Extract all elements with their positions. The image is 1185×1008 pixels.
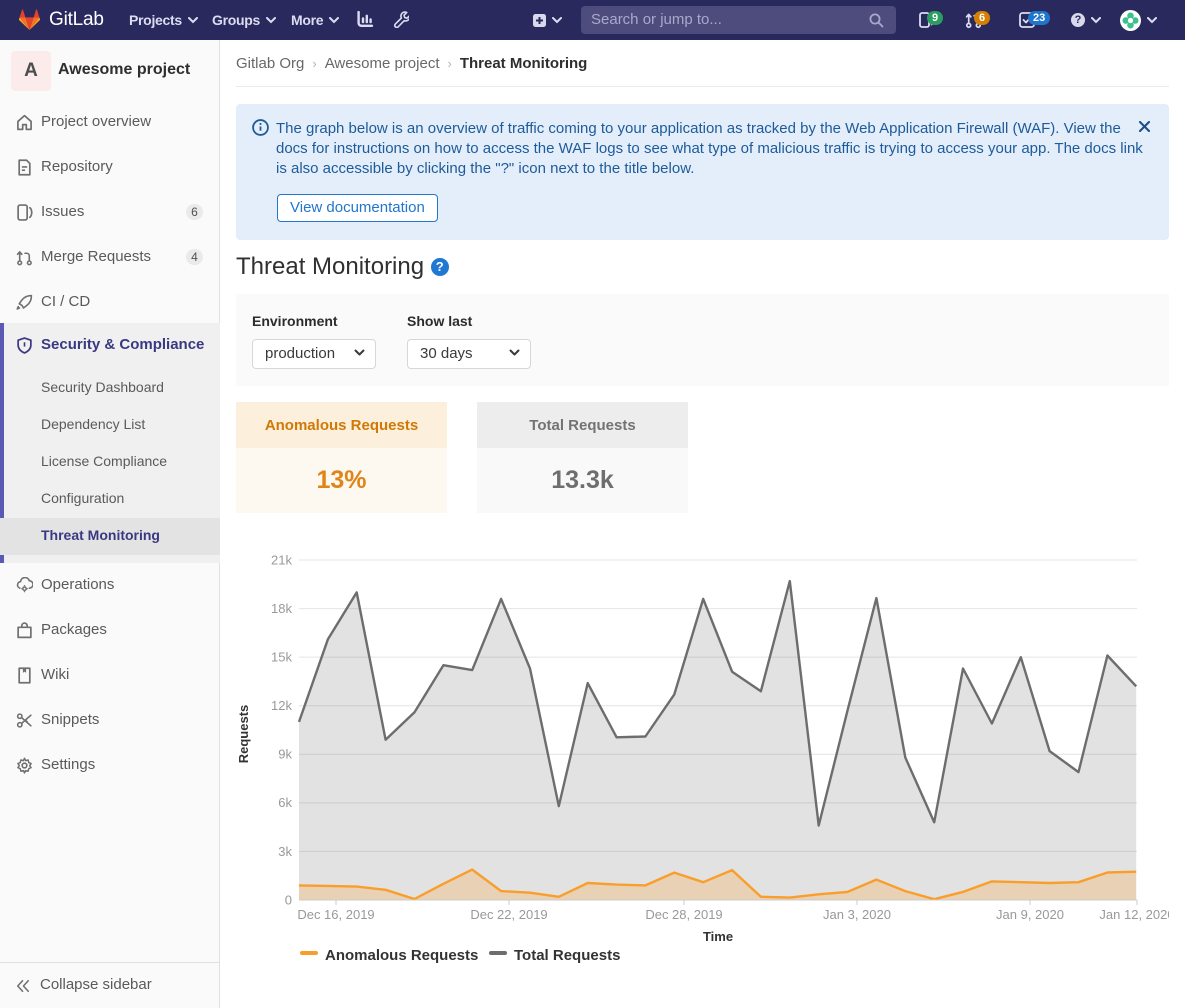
svg-text:Requests: Requests [236,705,251,764]
svg-text:6k: 6k [278,795,292,810]
svg-text:15k: 15k [271,650,292,665]
svg-text:9k: 9k [278,747,292,762]
svg-text:18k: 18k [271,601,292,616]
svg-text:Dec 28, 2019: Dec 28, 2019 [645,907,722,922]
svg-text:Dec 22, 2019: Dec 22, 2019 [470,907,547,922]
svg-text:Dec 16, 2019: Dec 16, 2019 [297,907,374,922]
svg-text:Jan 9, 2020: Jan 9, 2020 [996,907,1064,922]
svg-text:Total Requests: Total Requests [514,947,620,964]
svg-text:Jan 12, 2020: Jan 12, 2020 [1099,907,1169,922]
svg-text:Anomalous Requests: Anomalous Requests [325,947,478,964]
svg-text:3k: 3k [278,844,292,859]
svg-text:Time: Time [703,929,733,944]
svg-text:12k: 12k [271,698,292,713]
svg-text:0: 0 [285,893,292,908]
svg-text:21k: 21k [271,553,292,568]
svg-text:Jan 3, 2020: Jan 3, 2020 [823,907,891,922]
